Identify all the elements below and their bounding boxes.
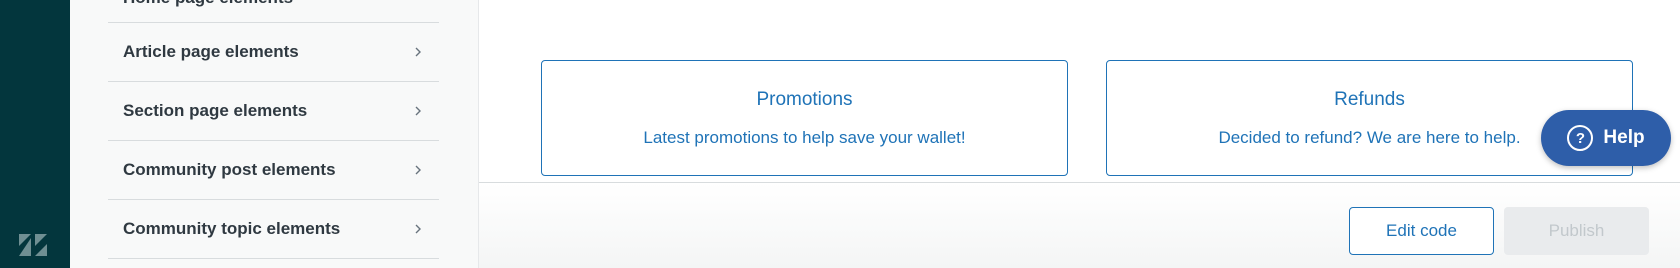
edit-code-button[interactable]: Edit code	[1349, 207, 1494, 255]
sidebar-item-label: Community topic elements	[123, 219, 341, 238]
promotions-card[interactable]: Promotions Latest promotions to help sav…	[541, 60, 1068, 176]
sidebar-item-community-topic-elements[interactable]: Community topic elements	[108, 200, 439, 258]
zendesk-logo-icon[interactable]	[17, 232, 49, 258]
card-description: Latest promotions to help save your wall…	[643, 128, 966, 147]
divider	[108, 258, 439, 259]
card-title: Refunds	[1334, 89, 1405, 110]
question-icon: ?	[1567, 125, 1594, 151]
help-label: Help	[1603, 127, 1645, 148]
help-button[interactable]: ? Help	[1541, 110, 1671, 166]
card-title: Promotions	[756, 89, 853, 110]
sidebar-item-label: Article page elements	[123, 42, 299, 61]
sidebar-item-article-page-elements[interactable]: Article page elements	[108, 23, 439, 81]
sidebar-item-section-page-elements[interactable]: Section page elements	[108, 82, 439, 140]
chevron-right-icon	[409, 43, 427, 61]
chevron-right-icon	[409, 102, 427, 120]
sidebar-item-label: Community post elements	[123, 160, 336, 179]
sidebar-item-home-page-partial[interactable]: Home page elements	[123, 0, 293, 8]
editor-footer	[479, 183, 1680, 268]
theme-preview: Promotions Latest promotions to help sav…	[479, 0, 1680, 183]
chevron-right-icon	[409, 220, 427, 238]
sidebar-item-label: Section page elements	[123, 101, 308, 120]
publish-button: Publish	[1504, 207, 1649, 255]
left-rail	[0, 0, 70, 268]
chevron-right-icon	[409, 161, 427, 179]
sidebar-item-community-post-elements[interactable]: Community post elements	[108, 141, 439, 199]
